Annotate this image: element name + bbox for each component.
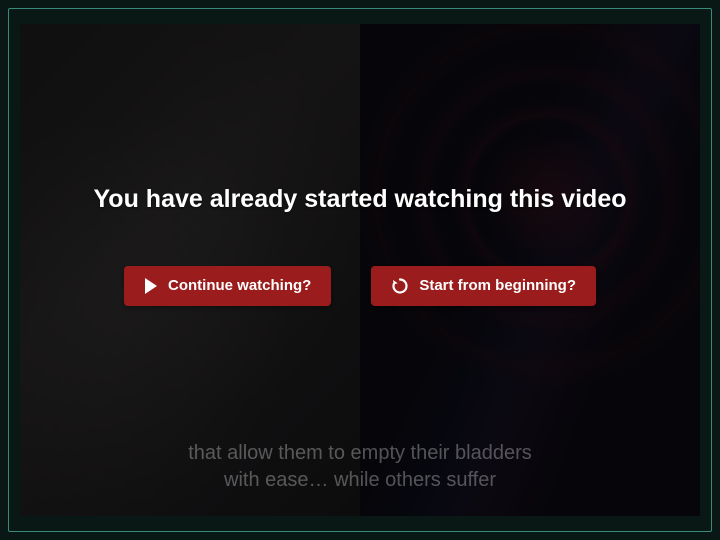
- restart-button-label: Start from beginning?: [419, 277, 576, 294]
- dialog-heading: You have already started watching this v…: [93, 185, 626, 214]
- resume-overlay: You have already started watching this v…: [20, 24, 700, 516]
- play-icon: [144, 278, 158, 294]
- restart-icon: [391, 277, 409, 295]
- caption-line-2: with ease… while others suffer: [60, 467, 660, 494]
- resume-dialog: You have already started watching this v…: [93, 185, 626, 306]
- dialog-actions: Continue watching? Start from beginning?: [124, 266, 596, 306]
- restart-button[interactable]: Start from beginning?: [371, 266, 596, 306]
- video-caption: that allow them to empty their bladders …: [20, 440, 700, 494]
- continue-watching-button[interactable]: Continue watching?: [124, 266, 331, 306]
- video-player: You have already started watching this v…: [20, 24, 700, 516]
- caption-line-1: that allow them to empty their bladders: [60, 440, 660, 467]
- continue-button-label: Continue watching?: [168, 277, 311, 294]
